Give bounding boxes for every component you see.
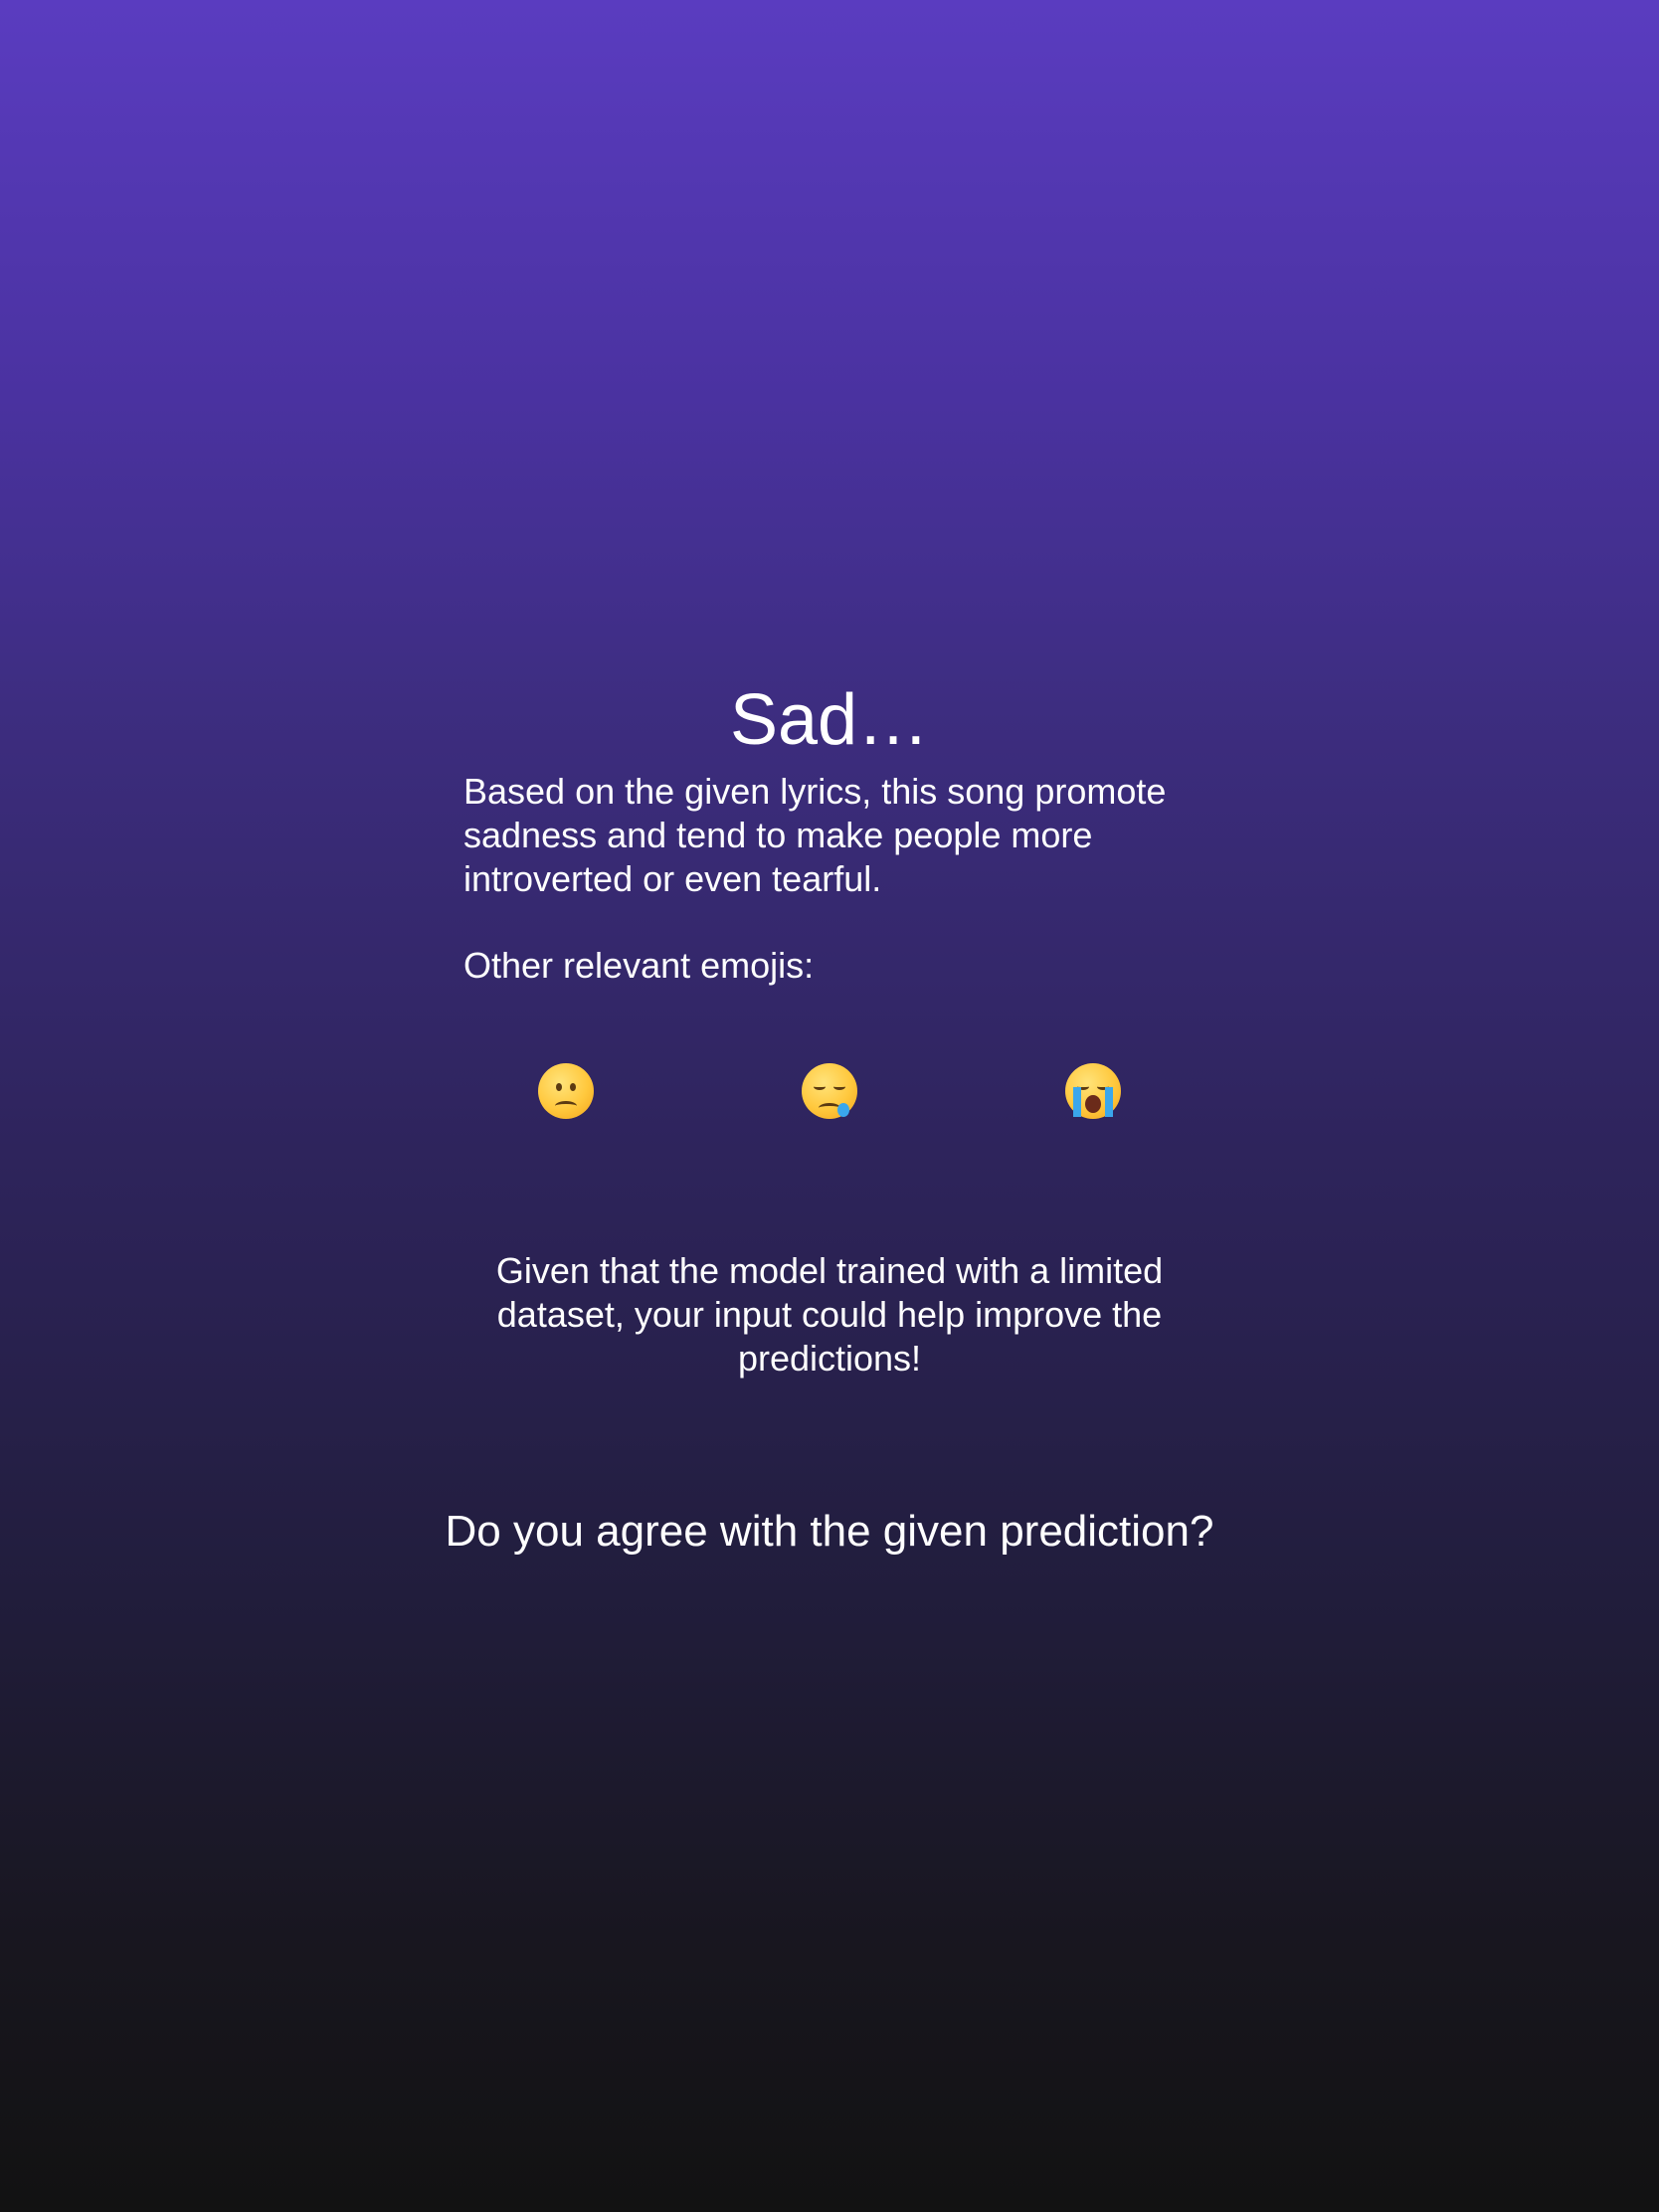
frowning-face-icon xyxy=(538,1063,594,1119)
prediction-title: Sad… xyxy=(729,680,930,760)
model-disclaimer: Given that the model trained with a limi… xyxy=(495,1250,1164,1379)
emoji-label: Other relevant emojis: xyxy=(463,945,815,986)
sleepy-face-icon xyxy=(802,1063,857,1119)
loudly-crying-face-icon xyxy=(1065,1063,1121,1119)
feedback-question: Do you agree with the given prediction? xyxy=(445,1507,1214,1556)
prediction-description: Based on the given lyrics, this song pro… xyxy=(463,771,1167,899)
